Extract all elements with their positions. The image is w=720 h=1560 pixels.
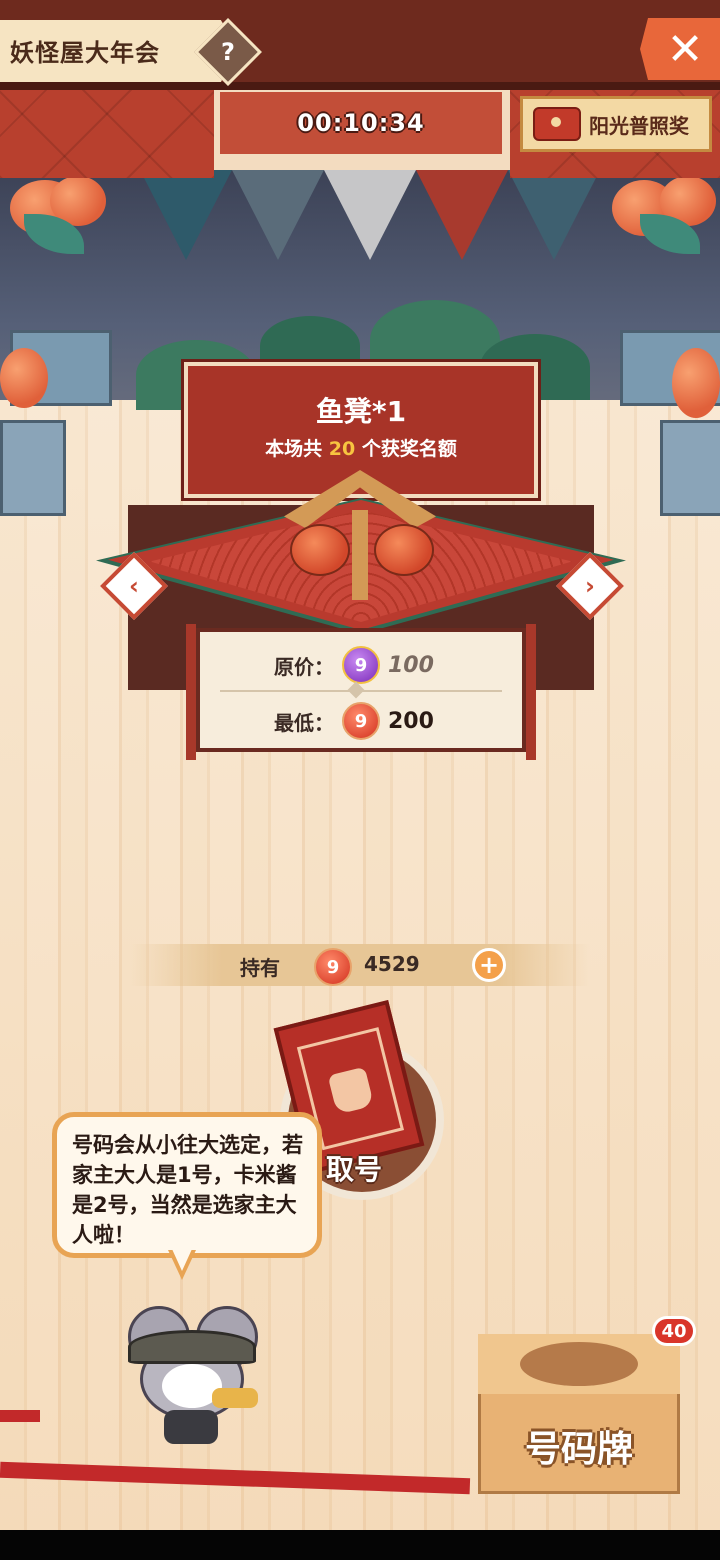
hanging-pennant: [508, 170, 600, 260]
persimmon-decoration: [672, 348, 720, 418]
number-count-badge: 40: [652, 1316, 696, 1346]
holdings-bar: [130, 944, 590, 986]
sunshine-award-label: 阳光普照奖: [589, 113, 689, 138]
fish-lantern-icon: [374, 524, 434, 576]
countdown-timer: 00:10:34: [220, 92, 502, 154]
banner-left: [0, 90, 214, 178]
chevron-right-icon: ›: [585, 571, 595, 600]
red-coin-icon: 9: [314, 948, 352, 986]
lowest-price-label: 最低：: [274, 710, 334, 735]
original-price-row: 原价： 9 100: [274, 646, 434, 684]
take-number-button[interactable]: 取号: [326, 1148, 382, 1188]
original-price-label: 原价：: [274, 654, 334, 679]
question-icon: ?: [221, 37, 235, 66]
bottom-bar: [0, 1530, 720, 1560]
number-box-label[interactable]: 号码牌: [478, 1420, 680, 1472]
close-icon: ✕: [666, 23, 704, 75]
chevron-left-icon: ‹: [129, 571, 139, 600]
red-coin-icon: 9: [342, 702, 380, 740]
plant-pot: [660, 420, 720, 516]
add-currency-button[interactable]: +: [472, 948, 506, 982]
prize-quota: 本场共 20 个获奖名额: [265, 438, 457, 460]
hanging-pennant: [232, 170, 324, 260]
prize-name: 鱼凳*1: [315, 395, 407, 428]
lowest-price-value: 200: [388, 708, 434, 734]
purple-coin-icon: 9: [342, 646, 380, 684]
fish-lantern-icon: [290, 524, 350, 576]
lucky-bag-icon: [327, 1066, 375, 1115]
divider-ornament: [347, 681, 365, 699]
hanging-pennant: [324, 170, 416, 260]
persimmon-decoration: [0, 348, 48, 408]
chest-icon: [533, 107, 581, 141]
stool-post: [352, 510, 368, 600]
sunshine-award-button[interactable]: 阳光普照奖: [520, 96, 712, 152]
speech-text: 号码会从小往大选定，若家主大人是1号，卡米酱是2号，当然是选家主大人啦！: [72, 1133, 303, 1247]
mascot-scarf: [212, 1388, 258, 1408]
mascot-body: [164, 1410, 218, 1444]
holdings-value: 4529: [364, 952, 420, 976]
red-ribbon: [0, 1410, 40, 1422]
close-button[interactable]: ✕: [640, 18, 720, 80]
timer-text: 00:10:34: [297, 109, 425, 137]
speech-bubble-tail-inner: [172, 1249, 192, 1271]
lowest-price-row: 最低： 9 200: [274, 702, 434, 740]
page-title: 妖怪屋大年会: [10, 39, 160, 67]
plus-icon: +: [478, 951, 500, 979]
hanging-pennant: [140, 170, 232, 260]
mascot-hat: [128, 1330, 256, 1364]
price-scroll: 原价： 9 100 最低： 9 200: [186, 624, 536, 760]
original-price-value: 100: [388, 652, 434, 678]
holdings-label: 持有: [240, 956, 280, 980]
plant-pot: [0, 420, 66, 516]
number-box-hole: [520, 1342, 638, 1386]
quota-count: 20: [328, 438, 356, 460]
hanging-pennant: [416, 170, 508, 260]
